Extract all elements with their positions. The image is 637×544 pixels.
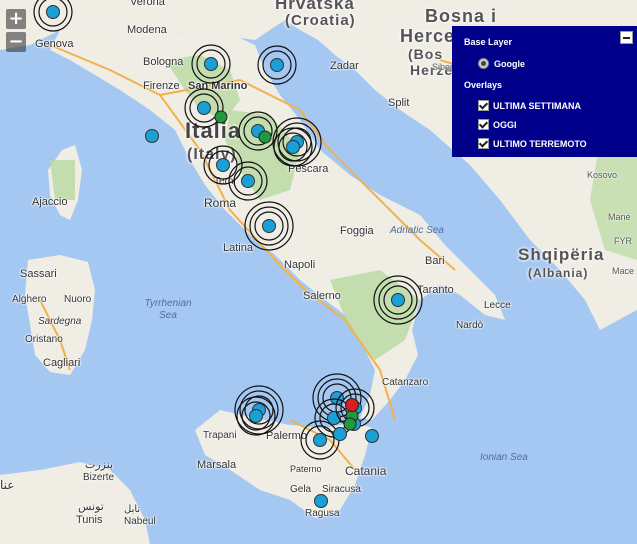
quake-marker-week-1[interactable]: [204, 57, 218, 71]
quake-marker-week-20[interactable]: [365, 429, 379, 443]
quake-marker-week-4[interactable]: [145, 129, 159, 143]
overlay-label: OGGI: [493, 119, 517, 130]
overlays-title: Overlays: [464, 80, 503, 90]
overlay-option-latest[interactable]: ULTIMO TERREMOTO: [478, 138, 587, 149]
overlay-label: ULTIMA SETTIMANA: [493, 100, 581, 111]
base-layer-title: Base Layer: [464, 37, 513, 47]
quake-marker-today-3[interactable]: [343, 417, 357, 431]
quake-marker-week-0[interactable]: [46, 5, 60, 19]
quake-marker-week-3[interactable]: [197, 101, 211, 115]
quake-marker-week-7[interactable]: [286, 140, 300, 154]
overlay-option-today[interactable]: OGGI: [478, 119, 517, 130]
overlay-option-week[interactable]: ULTIMA SETTIMANA: [478, 100, 581, 111]
layer-control-panel: Base Layer Google Overlays ULTIMA SETTIM…: [452, 26, 637, 157]
quake-marker-week-9[interactable]: [241, 174, 255, 188]
radio-icon[interactable]: [478, 58, 489, 69]
checkbox-icon[interactable]: [478, 138, 489, 149]
quake-marker-today-0[interactable]: [214, 110, 228, 124]
quake-marker-week-17[interactable]: [313, 433, 327, 447]
quake-marker-week-11[interactable]: [391, 293, 405, 307]
checkbox-icon[interactable]: [478, 119, 489, 130]
quake-marker-today-1[interactable]: [258, 130, 272, 144]
quake-marker-latest-0[interactable]: [345, 398, 359, 412]
quake-marker-week-13[interactable]: [249, 409, 263, 423]
base-layer-option-google[interactable]: Google: [478, 58, 525, 69]
quake-marker-week-21[interactable]: [314, 494, 328, 508]
quake-marker-week-8[interactable]: [216, 158, 230, 172]
overlay-label: ULTIMO TERREMOTO: [493, 138, 587, 149]
quake-marker-week-10[interactable]: [262, 219, 276, 233]
base-option-label: Google: [494, 58, 525, 69]
collapse-panel-icon[interactable]: [620, 31, 633, 44]
earthquake-map[interactable]: + − Hrvatska (Croatia) Bosna i Herce (Bo…: [0, 0, 637, 544]
quake-marker-week-2[interactable]: [270, 58, 284, 72]
quake-marker-week-18[interactable]: [333, 427, 347, 441]
checkbox-icon[interactable]: [478, 100, 489, 111]
